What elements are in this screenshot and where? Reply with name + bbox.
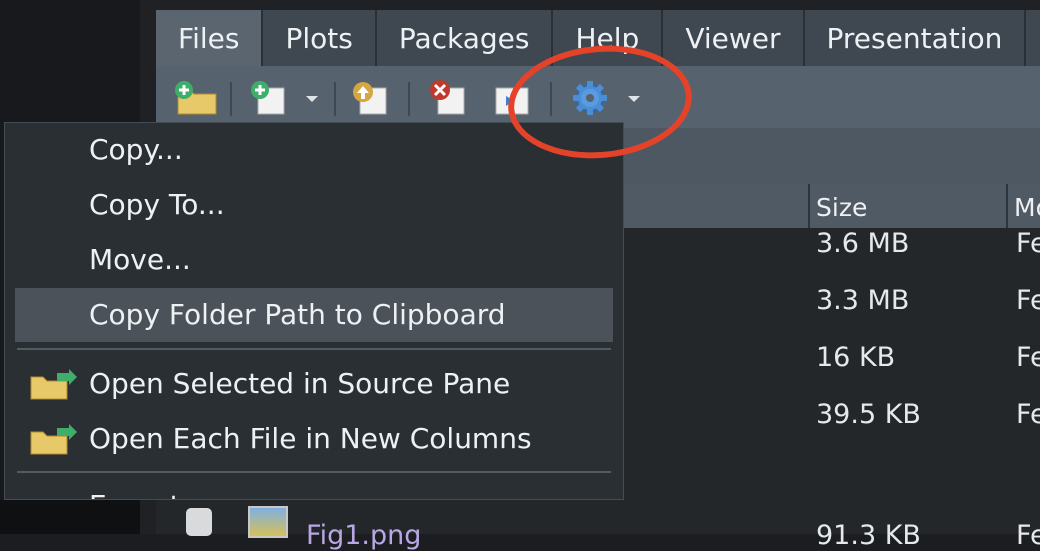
tab-packages[interactable]: Packages (376, 10, 554, 66)
menu-item-open-in-new-columns[interactable]: Open Each File in New Columns (89, 422, 532, 455)
menu-item-copy-folder-path[interactable]: Copy Folder Path to Clipboard (89, 298, 506, 331)
more-actions-menu: Copy... Copy To... Move... Copy Folder P… (4, 122, 624, 500)
tab-presentation[interactable]: Presentation (804, 10, 1027, 66)
column-header-size[interactable]: Size (808, 184, 867, 228)
open-folder-icon (30, 369, 77, 400)
menu-item-copy-to[interactable]: Copy To... (89, 188, 225, 221)
new-folder-icon[interactable] (170, 80, 220, 116)
file-modified-cell: Fe (1016, 520, 1040, 551)
tab-bar-filler (1026, 10, 1040, 66)
file-name-link[interactable]: Fig1.png (306, 520, 421, 551)
open-folder-icon (30, 424, 77, 455)
file-modified-cell: Fe (1016, 285, 1040, 316)
file-size-cell: 91.3 KB (816, 520, 921, 551)
left-pane-strip (0, 500, 140, 534)
menu-item-copy[interactable]: Copy... (89, 133, 183, 166)
tab-viewer[interactable]: Viewer (663, 10, 805, 66)
menu-separator (17, 471, 611, 473)
upload-icon[interactable] (348, 80, 392, 116)
tab-files[interactable]: Files (156, 10, 264, 66)
file-size-cell: 39.5 KB (816, 399, 921, 430)
column-header-modified[interactable]: Mo (1006, 184, 1040, 228)
toolbar-separator (230, 82, 232, 116)
file-modified-cell: Fe (1016, 342, 1040, 373)
menu-item-open-in-source-pane[interactable]: Open Selected in Source Pane (89, 367, 510, 400)
tab-plots[interactable]: Plots (263, 10, 377, 66)
dropdown-arrow-icon[interactable] (302, 80, 322, 116)
file-size-cell: 16 KB (816, 342, 896, 373)
png-file-icon (248, 506, 288, 538)
menu-item-move[interactable]: Move... (89, 243, 191, 276)
table-row[interactable]: Fig1.png 91.3 KB Fe (156, 500, 1040, 551)
menu-separator (17, 348, 611, 350)
file-modified-cell: Fe (1016, 228, 1040, 259)
file-size-cell: 3.3 MB (816, 285, 910, 316)
row-checkbox[interactable] (186, 508, 212, 536)
new-blank-file-icon[interactable] (246, 80, 290, 116)
menu-item-export[interactable]: Export... (89, 489, 207, 499)
delete-icon[interactable] (426, 80, 470, 116)
file-modified-cell: Fe (1016, 399, 1040, 430)
toolbar-separator (334, 82, 336, 116)
file-size-cell: 3.6 MB (816, 228, 910, 259)
toolbar-separator (408, 82, 410, 116)
